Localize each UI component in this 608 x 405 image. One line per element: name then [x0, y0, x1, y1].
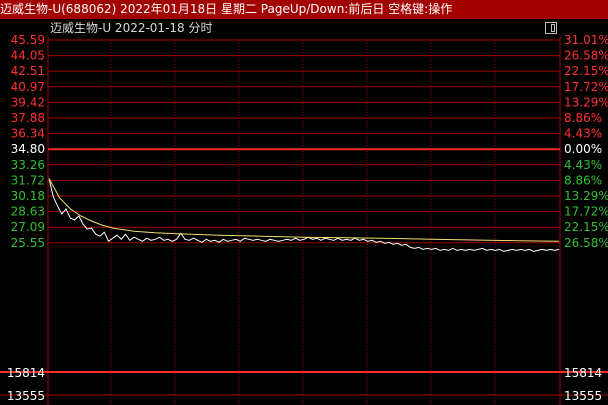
y-tick-right: 31.01% [564, 33, 608, 47]
y-tick-right: 17.72% [564, 80, 608, 94]
average-line [48, 178, 560, 242]
y-tick-right: 26.58% [564, 236, 608, 250]
y-axis-left: 45.59 44.0542.51 40.9739.42 37.88 36.3434.80… [7, 33, 45, 403]
y-tick-left: 37.88 [11, 111, 45, 125]
y-tick-left: 42.51 [11, 64, 45, 78]
y-tick-left: 44.05 [11, 49, 45, 63]
y-tick-right: 22.15% [564, 64, 608, 78]
y-tick-left: 25.55 [11, 236, 45, 250]
y-tick-right: 8.86% [564, 111, 602, 125]
volume-tick-right: 13555 [564, 389, 602, 403]
y-tick-left: 28.63 [11, 205, 45, 219]
intraday-chart: 45.59 44.0542.51 40.9739.42 37.88 36.3434.80… [0, 33, 608, 405]
y-tick-right: 13.29% [564, 95, 608, 109]
y-tick-right: 4.43% [564, 158, 602, 172]
y-tick-left: 33.26 [11, 158, 45, 172]
chart-lines [48, 178, 560, 252]
y-tick-right: 26.58% [564, 49, 608, 63]
y-tick-right: 17.72% [564, 205, 608, 219]
y-tick-right: 0.00% [564, 142, 602, 156]
y-tick-right: 13.29% [564, 189, 608, 203]
y-tick-left: 36.34 [11, 127, 45, 141]
volume-tick-left: 15814 [7, 366, 45, 380]
y-tick-left: 39.42 [11, 95, 45, 109]
y-tick-right: 22.15% [564, 220, 608, 234]
y-tick-left: 31.72 [11, 173, 45, 187]
y-axis-right: 31.01%26.58%22.15%17.72%13.29%8.86%4.43%… [564, 33, 608, 403]
y-tick-left: 40.97 [11, 80, 45, 94]
y-tick-left: 30.18 [11, 189, 45, 203]
y-tick-left: 27.09 [11, 220, 45, 234]
y-tick-right: 8.86% [564, 173, 602, 187]
y-tick-left: 34.80 [11, 142, 45, 156]
volume-tick-right: 15814 [564, 366, 602, 380]
volume-tick-left: 13555 [7, 389, 45, 403]
y-tick-right: 4.43% [564, 127, 602, 141]
y-tick-left: 45.59 [11, 33, 45, 47]
